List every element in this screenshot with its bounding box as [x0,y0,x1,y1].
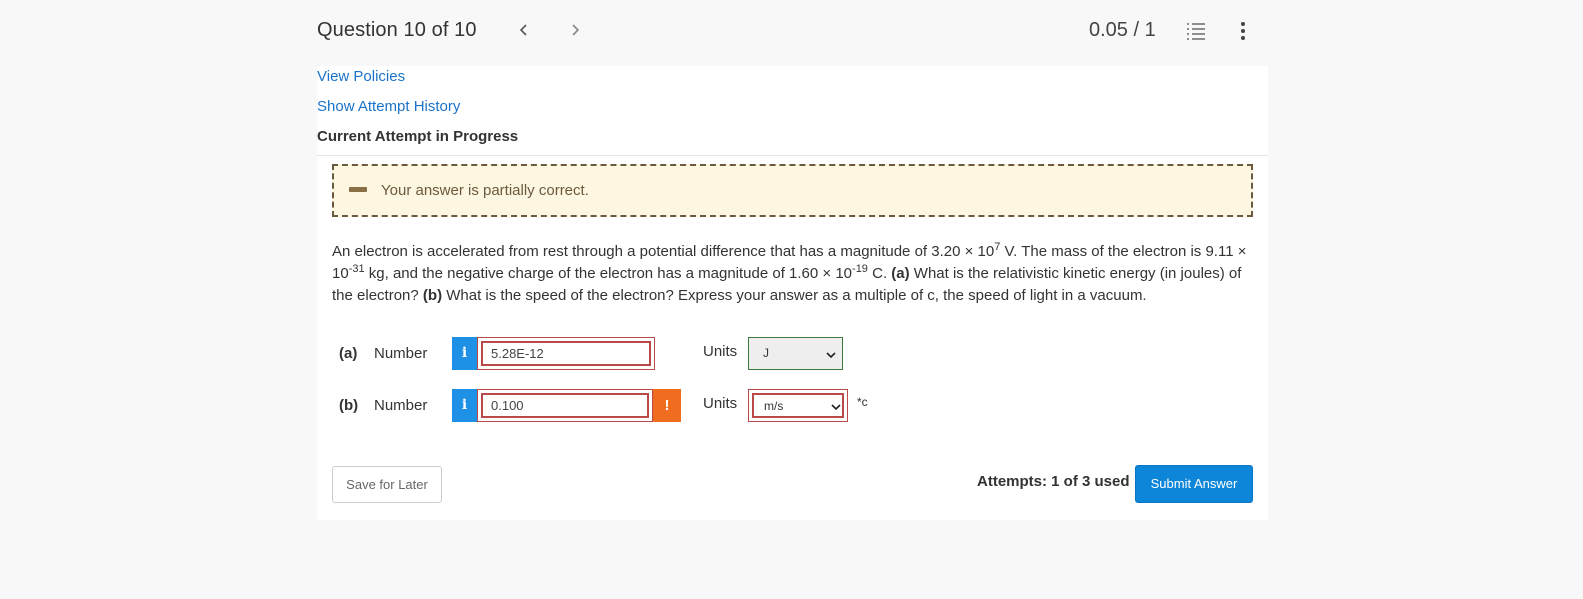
answer-row-b: (b) Number i 0.100 ! Units m/s *c [339,389,939,423]
part-label: (a) [339,345,358,362]
part-label: (b) [339,397,359,414]
part-a-tag: (a) [891,265,910,282]
units-select[interactable]: m/s [748,389,848,422]
units-select[interactable]: J [748,337,843,370]
warning-icon[interactable]: ! [653,389,681,422]
question-part: kg, and the negative charge of the elect… [364,265,853,282]
view-policies-link[interactable]: View Policies [317,68,405,85]
unit-suffix: *c [857,395,868,409]
number-input-frame: 0.100 [477,389,653,422]
numbered-list-icon[interactable] [1186,21,1206,41]
score: 0.05 / 1 [1089,19,1156,41]
question-part: C. [867,265,892,282]
units-label: Units [703,395,738,412]
question-panel: View Policies Show Attempt History Curre… [317,66,1268,520]
part-b-tag: (b) [422,287,443,304]
submit-answer-button[interactable]: Submit Answer [1135,465,1253,503]
number-label: Number [374,345,428,362]
info-icon[interactable]: i [452,337,477,370]
question-text: An electron is accelerated from rest thr… [332,241,1257,307]
chevron-down-icon [826,352,836,359]
attempts-counter: Attempts: 1 of 3 used [977,473,1130,490]
units-value: m/s [764,399,784,413]
show-attempt-history-link[interactable]: Show Attempt History [317,98,460,115]
number-label: Number [374,397,428,414]
attempt-status: Current Attempt in Progress [317,128,519,145]
units-value: J [763,346,769,360]
feedback-banner: Your answer is partially correct. [332,164,1253,217]
question-exponent: -31 [348,263,365,275]
question-part: What is the speed of the electron? Expre… [442,287,1147,304]
info-icon[interactable]: i [452,389,477,422]
units-label: Units [703,343,738,360]
chevron-left-icon[interactable] [514,18,534,42]
vertical-ellipsis-icon[interactable] [1236,21,1250,41]
question-header: Question 10 of 10 0.05 / 1 [0,0,1583,66]
answer-row-a: (a) Number i 5.28E-12 Units J [339,337,939,371]
number-input-frame: 5.28E-12 [477,337,655,370]
divider [317,155,1268,156]
question-part: An electron is accelerated from rest thr… [332,243,995,260]
question-title: Question 10 of 10 [317,19,477,41]
question-exponent: -19 [852,263,868,275]
feedback-text: Your answer is partially correct. [381,182,589,199]
chevron-right-icon[interactable] [565,18,585,42]
number-input[interactable]: 5.28E-12 [481,341,651,366]
chevron-down-icon [831,404,841,411]
number-input[interactable]: 0.100 [481,393,649,418]
minus-icon [349,187,367,192]
save-for-later-button[interactable]: Save for Later [332,466,442,503]
